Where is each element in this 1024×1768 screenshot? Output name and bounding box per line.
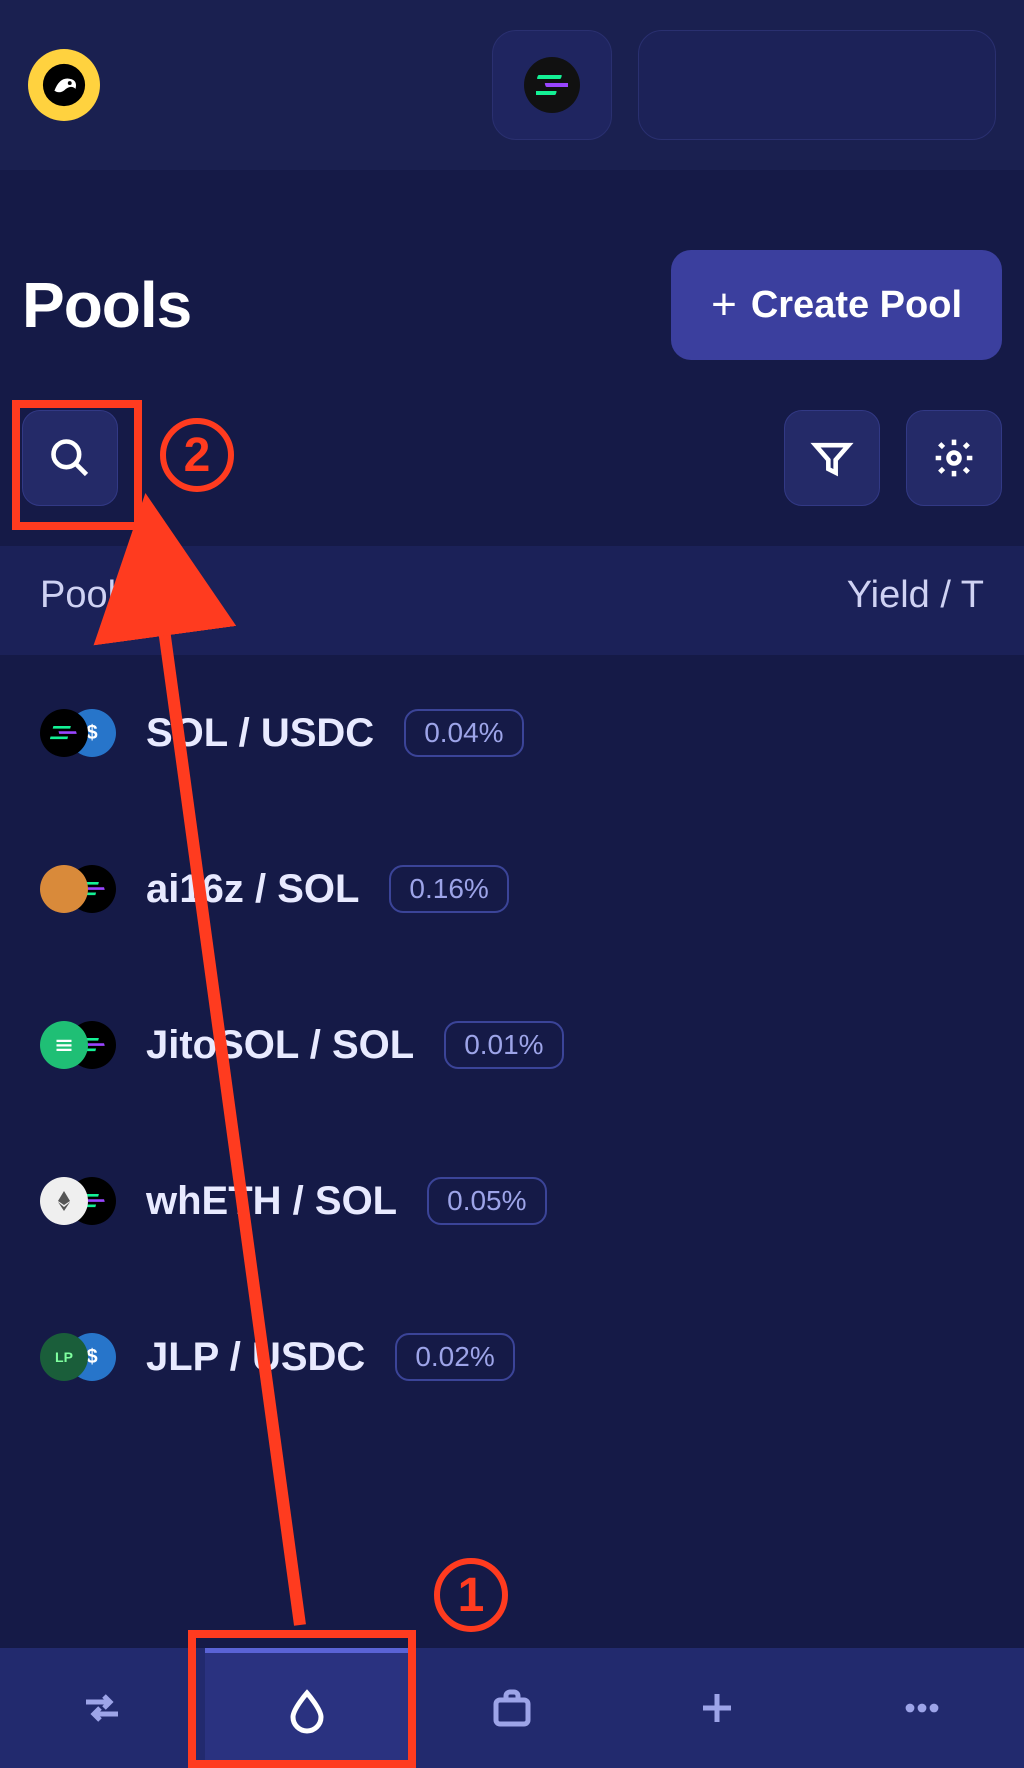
token-icon-a: LP (40, 1333, 88, 1381)
orca-icon (41, 62, 87, 108)
table-header: Pool Yield / T (0, 546, 1024, 655)
token-pair-icons: LP $ (40, 1329, 116, 1385)
pool-pair-label: JitoSOL / SOL (146, 1023, 414, 1068)
token-icon-a (40, 865, 88, 913)
token-icon-a (40, 1021, 88, 1069)
top-bar (0, 0, 1024, 170)
plus-icon (693, 1684, 741, 1732)
token-icon-a (40, 1177, 88, 1225)
pool-fee-badge: 0.02% (395, 1333, 514, 1381)
pool-fee-badge: 0.04% (404, 709, 523, 757)
nav-more[interactable] (819, 1648, 1024, 1768)
annotation-step-1: 1 (434, 1558, 508, 1632)
column-yield: Yield / T (847, 574, 984, 617)
pool-row[interactable]: ai16z / SOL 0.16% (0, 811, 1024, 967)
create-pool-label: Create Pool (751, 284, 962, 327)
column-pool: Pool (40, 574, 116, 617)
toolbar: 2 (0, 360, 1024, 546)
app-logo[interactable] (28, 49, 100, 121)
search-icon (48, 436, 92, 480)
drop-icon (283, 1687, 331, 1735)
more-icon (898, 1684, 946, 1732)
pool-pair-label: JLP / USDC (146, 1335, 365, 1380)
nav-portfolio[interactable] (410, 1648, 615, 1768)
annotation-step-2: 2 (160, 418, 234, 492)
nav-swap[interactable] (0, 1648, 205, 1768)
nav-add[interactable] (614, 1648, 819, 1768)
token-pair-icons (40, 1017, 116, 1073)
search-button[interactable] (22, 410, 118, 506)
filter-icon (810, 436, 854, 480)
filter-button[interactable] (784, 410, 880, 506)
pool-fee-badge: 0.05% (427, 1177, 546, 1225)
plus-icon: + (711, 280, 737, 330)
pool-fee-badge: 0.01% (444, 1021, 563, 1069)
pool-pair-label: whETH / SOL (146, 1179, 397, 1224)
briefcase-icon (488, 1684, 536, 1732)
create-pool-button[interactable]: + Create Pool (671, 250, 1002, 360)
page-header: Pools + Create Pool (0, 170, 1024, 360)
swap-icon (78, 1684, 126, 1732)
token-icon-a (40, 709, 88, 757)
pool-pair-label: ai16z / SOL (146, 867, 359, 912)
page-title: Pools (22, 268, 191, 342)
pool-row[interactable]: $ SOL / USDC 0.04% (0, 655, 1024, 811)
token-pair-icons (40, 861, 116, 917)
pool-row[interactable]: LP $ JLP / USDC 0.02% (0, 1279, 1024, 1435)
pool-fee-badge: 0.16% (389, 865, 508, 913)
solana-icon (524, 57, 580, 113)
pool-pair-label: SOL / USDC (146, 711, 374, 756)
nav-pools[interactable] (205, 1648, 410, 1768)
bottom-nav (0, 1648, 1024, 1768)
pool-row[interactable]: JitoSOL / SOL 0.01% (0, 967, 1024, 1123)
pool-row[interactable]: whETH / SOL 0.05% (0, 1123, 1024, 1279)
token-pair-icons: $ (40, 705, 116, 761)
token-pair-icons (40, 1173, 116, 1229)
top-search-input[interactable] (638, 30, 996, 140)
network-selector[interactable] (492, 30, 612, 140)
pool-list: $ SOL / USDC 0.04% ai16z / SOL 0.16% Jit… (0, 655, 1024, 1435)
settings-button[interactable] (906, 410, 1002, 506)
gear-icon (932, 436, 976, 480)
